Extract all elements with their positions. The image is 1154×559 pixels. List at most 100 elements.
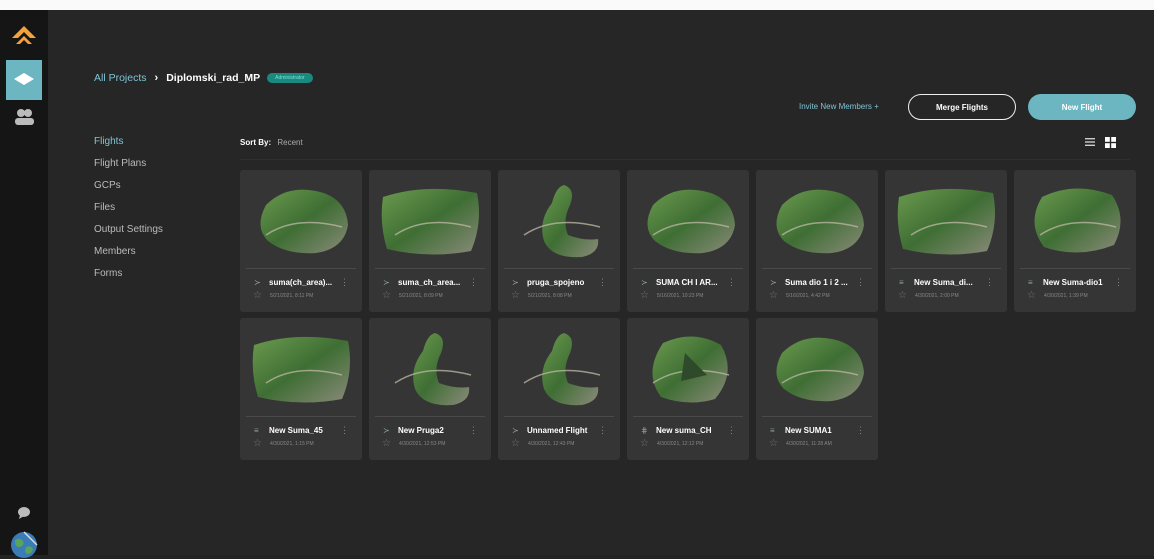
grid-view-icon[interactable] (1105, 137, 1116, 148)
kebab-menu-icon[interactable]: ⋮ (598, 425, 607, 436)
card-divider (891, 268, 1001, 269)
project-sidenav: Flights Flight Plans GCPs Files Output S… (94, 136, 163, 290)
flight-type-icon: ⋕ (641, 426, 648, 435)
sort-dropdown[interactable]: Recent (277, 138, 302, 147)
flight-name[interactable]: New SUMA1 (785, 426, 853, 435)
kebab-menu-icon[interactable]: ⋮ (598, 277, 607, 288)
flight-card[interactable]: ≻ New Pruga2 ⋮ ☆ 4/30/2021, 12:53 PM (369, 318, 491, 460)
kebab-menu-icon[interactable]: ⋮ (856, 425, 865, 436)
flight-name[interactable]: New suma_CH (656, 426, 724, 435)
flight-card[interactable]: ≡ New Suma_45 ⋮ ☆ 4/30/2021, 1:15 PM (240, 318, 362, 460)
sort-bar: Sort By: Recent (240, 136, 1130, 160)
flight-card[interactable]: ⋕ New suma_CH ⋮ ☆ 4/30/2021, 12:12 PM (627, 318, 749, 460)
kebab-menu-icon[interactable]: ⋮ (727, 277, 736, 288)
flight-date: 5/21/2021, 8:11 PM (270, 293, 314, 299)
nav-output-settings[interactable]: Output Settings (94, 224, 163, 246)
flight-name[interactable]: suma_ch_area... (398, 278, 466, 287)
nav-forms[interactable]: Forms (94, 268, 163, 290)
nav-flight-plans[interactable]: Flight Plans (94, 158, 163, 180)
chat-icon[interactable] (17, 506, 31, 520)
star-icon[interactable]: ☆ (1027, 290, 1036, 301)
star-icon[interactable]: ☆ (253, 438, 262, 449)
flight-thumbnail[interactable] (891, 175, 1001, 263)
kebab-menu-icon[interactable]: ⋮ (340, 277, 349, 288)
flight-type-icon: ≡ (770, 426, 775, 435)
kebab-menu-icon[interactable]: ⋮ (469, 277, 478, 288)
invite-members-link[interactable]: Invite New Members + (799, 102, 879, 111)
nav-files[interactable]: Files (94, 202, 163, 224)
flight-thumbnail[interactable] (504, 175, 614, 263)
star-icon[interactable]: ☆ (253, 290, 262, 301)
flight-date: 5/16/2021, 4:42 PM (786, 293, 830, 299)
flight-thumbnail[interactable] (375, 175, 485, 263)
new-flight-button[interactable]: New Flight (1028, 94, 1136, 120)
flight-name[interactable]: New Pruga2 (398, 426, 466, 435)
flight-name[interactable]: New Suma_di... (914, 278, 982, 287)
flight-thumbnail[interactable] (762, 175, 872, 263)
card-divider (375, 268, 485, 269)
star-icon[interactable]: ☆ (769, 290, 778, 301)
star-icon[interactable]: ☆ (511, 438, 520, 449)
nav-members[interactable]: Members (94, 246, 163, 268)
flight-card[interactable]: ≻ Suma dio 1 i 2 ... ⋮ ☆ 5/16/2021, 4:42… (756, 170, 878, 312)
flight-date: 4/30/2021, 1:39 PM (1044, 293, 1088, 299)
flight-name[interactable]: New Suma-dio1 (1043, 278, 1111, 287)
flight-name[interactable]: SUMA CH I AR... (656, 278, 724, 287)
flight-name[interactable]: suma(ch_area)... (269, 278, 337, 287)
flight-card[interactable]: ≻ suma(ch_area)... ⋮ ☆ 5/21/2021, 8:11 P… (240, 170, 362, 312)
flight-thumbnail[interactable] (375, 323, 485, 411)
flight-thumbnail[interactable] (504, 323, 614, 411)
flight-name[interactable]: New Suma_45 (269, 426, 337, 435)
flight-card[interactable]: ≻ Unnamed Flight ⋮ ☆ 4/30/2021, 12:43 PM (498, 318, 620, 460)
kebab-menu-icon[interactable]: ⋮ (727, 425, 736, 436)
layers-icon (14, 73, 34, 85)
flight-card[interactable]: ≡ New Suma-dio1 ⋮ ☆ 4/30/2021, 1:39 PM (1014, 170, 1136, 312)
flight-card[interactable]: ≻ SUMA CH I AR... ⋮ ☆ 5/16/2021, 10:23 P… (627, 170, 749, 312)
flight-thumbnail[interactable] (1020, 175, 1130, 263)
star-icon[interactable]: ☆ (382, 290, 391, 301)
flight-type-icon: ≻ (512, 278, 519, 287)
flight-thumbnail[interactable] (246, 175, 356, 263)
breadcrumb-all-projects[interactable]: All Projects (94, 72, 147, 84)
list-view-icon[interactable] (1084, 136, 1096, 148)
drone-logo-icon[interactable] (10, 24, 38, 50)
left-rail (0, 10, 48, 558)
kebab-menu-icon[interactable]: ⋮ (985, 277, 994, 288)
flight-thumbnail[interactable] (246, 323, 356, 411)
star-icon[interactable]: ☆ (511, 290, 520, 301)
users-icon[interactable] (13, 107, 35, 127)
flight-card[interactable]: ≡ New SUMA1 ⋮ ☆ 4/30/2021, 11:28 AM (756, 318, 878, 460)
flight-card[interactable]: ≡ New Suma_di... ⋮ ☆ 4/30/2021, 2:00 PM (885, 170, 1007, 312)
star-icon[interactable]: ☆ (640, 438, 649, 449)
kebab-menu-icon[interactable]: ⋮ (856, 277, 865, 288)
flight-date: 4/30/2021, 11:28 AM (786, 441, 832, 447)
nav-gcps[interactable]: GCPs (94, 180, 163, 202)
flight-date: 5/21/2021, 8:09 PM (399, 293, 443, 299)
flight-type-icon: ≻ (512, 426, 519, 435)
star-icon[interactable]: ☆ (769, 438, 778, 449)
star-icon[interactable]: ☆ (898, 290, 907, 301)
card-divider (633, 416, 743, 417)
flight-card[interactable]: ≻ suma_ch_area... ⋮ ☆ 5/21/2021, 8:09 PM (369, 170, 491, 312)
flight-type-icon: ≻ (383, 278, 390, 287)
card-divider (504, 416, 614, 417)
flight-date: 5/21/2021, 8:08 PM (528, 293, 572, 299)
kebab-menu-icon[interactable]: ⋮ (340, 425, 349, 436)
star-icon[interactable]: ☆ (640, 290, 649, 301)
flight-name[interactable]: Suma dio 1 i 2 ... (785, 278, 853, 287)
kebab-menu-icon[interactable]: ⋮ (469, 425, 478, 436)
card-divider (375, 416, 485, 417)
star-icon[interactable]: ☆ (382, 438, 391, 449)
flight-thumbnail[interactable] (633, 175, 743, 263)
nav-flights[interactable]: Flights (94, 136, 163, 158)
merge-flights-button[interactable]: Merge Flights (908, 94, 1016, 120)
flight-name[interactable]: Unnamed Flight (527, 426, 595, 435)
flight-thumbnail[interactable] (633, 323, 743, 411)
project-title: Diplomski_rad_MP (166, 72, 261, 84)
card-divider (504, 268, 614, 269)
kebab-menu-icon[interactable]: ⋮ (1114, 277, 1123, 288)
flight-thumbnail[interactable] (762, 323, 872, 411)
flight-name[interactable]: pruga_spojeno (527, 278, 595, 287)
flight-card[interactable]: ≻ pruga_spojeno ⋮ ☆ 5/21/2021, 8:08 PM (498, 170, 620, 312)
projects-rail-button[interactable] (6, 60, 42, 100)
